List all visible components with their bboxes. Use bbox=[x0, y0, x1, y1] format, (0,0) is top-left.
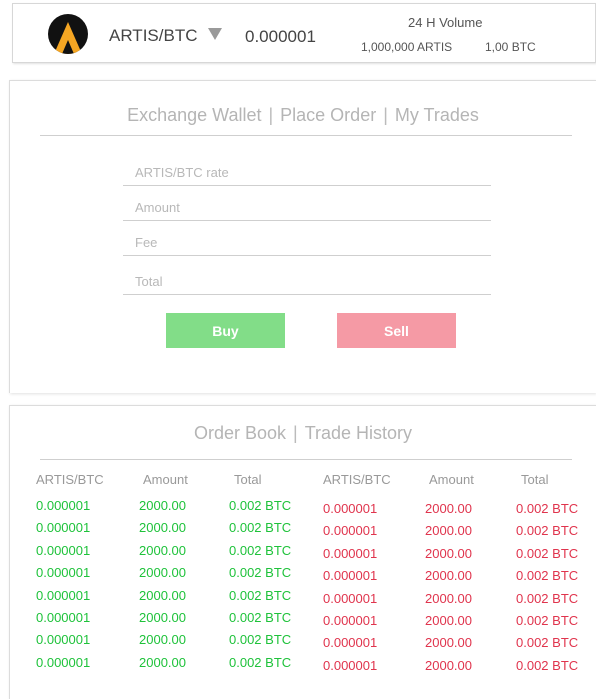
buy-col-total-header: Total bbox=[234, 472, 262, 487]
tab-trade-history[interactable]: Trade History bbox=[305, 423, 412, 443]
sell-order-amount: 2000.00 bbox=[425, 568, 472, 584]
rate-field bbox=[123, 155, 491, 186]
sell-order-amount: 2000.00 bbox=[425, 657, 472, 673]
buy-order-rate: 0.000001 bbox=[36, 654, 91, 670]
sell-order-total: 0.002 BTC bbox=[516, 613, 579, 628]
buy-order-rate: 0.000001 bbox=[36, 610, 91, 625]
buy-order-total: 0.002 BTC bbox=[229, 498, 292, 513]
last-price: 0.000001 bbox=[245, 27, 316, 46]
buy-col-amount-header: Amount bbox=[143, 472, 188, 487]
sell-order-amount: 2000.00 bbox=[425, 545, 472, 561]
buy-order-rate: 0.000001 bbox=[36, 632, 91, 648]
sell-order-total: 0.002 BTC bbox=[516, 635, 579, 651]
buy-order-amount: 2000.00 bbox=[139, 498, 186, 513]
sell-order-rate: 0.000001 bbox=[323, 590, 378, 606]
buy-order-total: 0.002 BTC bbox=[229, 654, 292, 670]
buy-order-total: 0.002 BTC bbox=[229, 542, 292, 558]
sell-order-rate: 0.000001 bbox=[323, 635, 378, 651]
sell-order-amount: 2000.00 bbox=[425, 501, 472, 516]
buy-order-total: 0.002 BTC bbox=[229, 632, 292, 648]
buy-order-amount: 2000.00 bbox=[139, 587, 186, 603]
sell-order-rate: 0.000001 bbox=[323, 501, 378, 516]
sell-col-total-header: Total bbox=[521, 472, 549, 487]
sell-order-amount: 2000.00 bbox=[425, 590, 472, 606]
volume-artis: 1,000,000 ARTIS bbox=[361, 40, 453, 54]
amount-input[interactable] bbox=[133, 199, 477, 216]
sell-order-total: 0.002 BTC bbox=[516, 590, 579, 606]
sell-order-rate: 0.000001 bbox=[323, 657, 378, 673]
tab-exchange-wallet[interactable]: Exchange Wallet bbox=[127, 105, 261, 125]
buy-order-amount: 2000.00 bbox=[139, 654, 186, 670]
order-panel: Exchange Wallet | Place Order | My Trades Bu… bbox=[9, 80, 596, 393]
rate-input[interactable] bbox=[133, 164, 477, 181]
total-field bbox=[123, 264, 491, 295]
sell-order-total: 0.002 BTC bbox=[516, 657, 579, 673]
buy-order-amount: 2000.00 bbox=[139, 520, 186, 536]
sell-order-rate: 0.000001 bbox=[323, 613, 378, 628]
order-book-panel: Order Book | Trade History ARTIS/BTC Amoun… bbox=[9, 405, 596, 699]
buy-col-rate-header: ARTIS/BTC bbox=[36, 472, 104, 487]
sell-order-rate: 0.000001 bbox=[323, 523, 378, 539]
buy-order-total: 0.002 BTC bbox=[229, 520, 292, 536]
sell-order-amount: 2000.00 bbox=[425, 613, 472, 628]
tabs-divider bbox=[40, 459, 572, 460]
sell-order-amount: 2000.00 bbox=[425, 523, 472, 539]
buy-order-rate: 0.000001 bbox=[36, 565, 91, 581]
buy-order-rate: 0.000001 bbox=[36, 498, 91, 513]
buy-order-total: 0.002 BTC bbox=[229, 610, 292, 625]
sell-order-amount: 2000.00 bbox=[425, 635, 472, 651]
buy-order-amount: 2000.00 bbox=[139, 542, 186, 558]
buy-button[interactable]: Buy bbox=[166, 313, 285, 348]
amount-field bbox=[123, 190, 491, 221]
order-book-tabs: Order Book | Trade History bbox=[10, 423, 596, 444]
sell-order-rate: 0.000001 bbox=[323, 545, 378, 561]
tab-separator: | bbox=[293, 423, 298, 443]
buy-order-rate: 0.000001 bbox=[36, 520, 91, 536]
sell-button[interactable]: Sell bbox=[337, 313, 456, 348]
caret-down-icon[interactable] bbox=[208, 28, 222, 40]
tab-place-order[interactable]: Place Order bbox=[280, 105, 376, 125]
sell-order-rate: 0.000001 bbox=[323, 568, 378, 584]
sell-col-amount-header: Amount bbox=[429, 472, 474, 487]
buy-order-rate: 0.000001 bbox=[36, 542, 91, 558]
tab-order-book[interactable]: Order Book bbox=[194, 423, 286, 443]
total-input[interactable] bbox=[133, 273, 477, 290]
buy-order-amount: 2000.00 bbox=[139, 610, 186, 625]
tab-separator: | bbox=[268, 105, 274, 125]
sell-order-total: 0.002 BTC bbox=[516, 501, 579, 516]
buy-order-total: 0.002 BTC bbox=[229, 565, 292, 581]
buy-order-total: 0.002 BTC bbox=[229, 587, 292, 603]
artis-logo-icon bbox=[48, 14, 88, 54]
market-pair-selector[interactable]: ARTIS/BTC bbox=[109, 26, 197, 46]
sell-order-total: 0.002 BTC bbox=[516, 523, 579, 539]
fee-input[interactable] bbox=[133, 234, 477, 251]
tab-separator: | bbox=[383, 105, 388, 125]
sell-order-total: 0.002 BTC bbox=[516, 545, 579, 561]
tabs-divider bbox=[40, 135, 572, 136]
market-header: ARTIS/BTC 0.000001 24 H Volume 1,000,000… bbox=[12, 3, 596, 63]
volume-btc: 1,00 BTC bbox=[485, 40, 536, 54]
sell-col-rate-header: ARTIS/BTC bbox=[323, 472, 391, 487]
buy-order-amount: 2000.00 bbox=[139, 632, 186, 648]
buy-order-rate: 0.000001 bbox=[36, 587, 91, 603]
tab-my-trades[interactable]: My Trades bbox=[395, 105, 479, 125]
volume-title: 24 H Volume bbox=[408, 15, 483, 30]
fee-field bbox=[123, 225, 491, 256]
sell-order-total: 0.002 BTC bbox=[516, 568, 579, 584]
order-panel-tabs: Exchange Wallet | Place Order | My Trades bbox=[10, 105, 596, 126]
buy-order-amount: 2000.00 bbox=[139, 565, 186, 581]
